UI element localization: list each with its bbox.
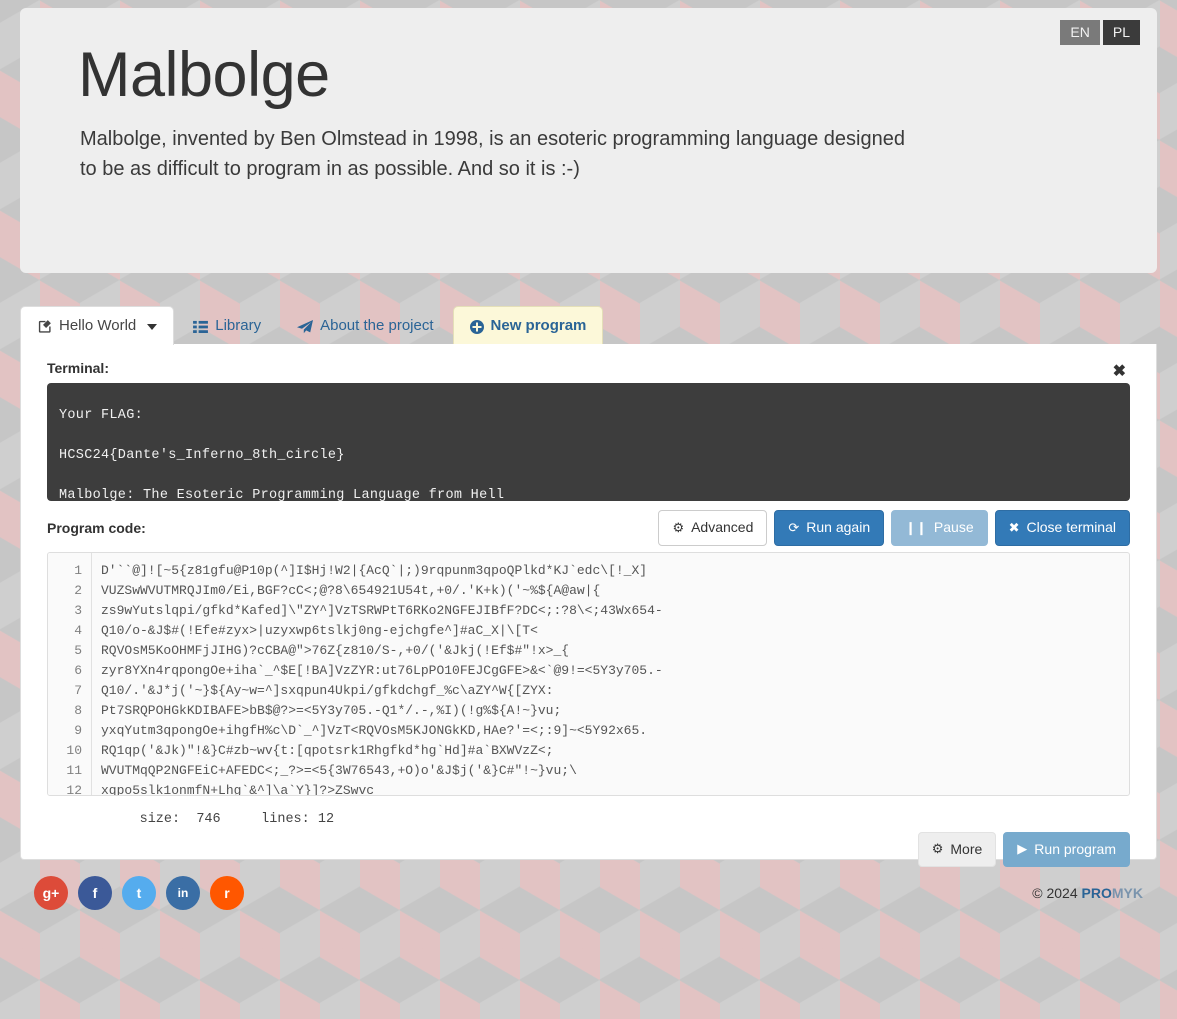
tab-label: New program bbox=[490, 317, 587, 335]
code-line: yxqYutm3qpongOe+ihgfH%c\D`_^]VzT<RQVOsM5… bbox=[101, 722, 648, 738]
code-line: Q10/.'&J*j('~}${Ay~w=^]sxqpun4Ukpi/gfkdc… bbox=[101, 682, 554, 698]
line-number: 3 bbox=[74, 602, 82, 618]
brand-light: MYK bbox=[1111, 885, 1143, 901]
pause-icon: ❙❙ bbox=[905, 519, 927, 535]
size-value: 746 bbox=[196, 811, 221, 827]
paper-plane-icon bbox=[297, 319, 314, 334]
close-icon[interactable]: ✖ bbox=[1109, 362, 1130, 382]
twitter-icon[interactable]: t bbox=[122, 876, 156, 910]
code-line: zyr8YXn4rqpongOe+iha`_^$E[!BA]VzZYR:ut76… bbox=[101, 662, 663, 678]
line-number: 7 bbox=[74, 682, 82, 698]
button-label: Pause bbox=[933, 519, 974, 535]
line-number: 1 bbox=[74, 562, 82, 578]
tab-new-program[interactable]: New program bbox=[452, 306, 604, 345]
more-button[interactable]: ⚙ More bbox=[917, 831, 997, 868]
button-label: Run again bbox=[806, 519, 871, 535]
terminal-line: Malbolge: The Esoteric Programming Langu… bbox=[59, 488, 505, 501]
code-text[interactable]: D'``@]![~5{z81gfu@P10p(^]I$Hj!W2|{AcQ`|;… bbox=[92, 553, 1129, 795]
line-number-gutter: 1 2 3 4 5 6 7 8 9 10 11 12 bbox=[48, 552, 92, 796]
code-line: RQ1qp('&Jk)"!&}C#zb~wv{t:[qpotsrk1Rhgfkd… bbox=[101, 742, 554, 758]
run-again-button[interactable]: ⟳ Run again bbox=[774, 510, 885, 546]
code-line: Pt7SRQPOHGkKDIBAFE>bB$@?>=<5Y3y705.-Q1*/… bbox=[101, 702, 562, 718]
button-label: Close terminal bbox=[1026, 519, 1116, 535]
code-line: D'``@]![~5{z81gfu@P10p(^]I$Hj!W2|{AcQ`|;… bbox=[101, 562, 648, 578]
list-icon bbox=[193, 320, 209, 334]
linkedin-icon[interactable]: in bbox=[166, 876, 200, 910]
page-root: EN PL Malbolge Malbolge, invented by Ben… bbox=[0, 0, 1177, 1019]
page-description: Malbolge, invented by Ben Olmstead in 19… bbox=[80, 128, 905, 180]
program-panel: Terminal: ✖ Your FLAG: HCSC24{Dante's_In… bbox=[20, 344, 1157, 868]
social-links: g+ f t in r bbox=[34, 876, 244, 910]
code-header: Program code: ⚙ Advanced ⟳ Run again ❙❙ … bbox=[47, 510, 1130, 546]
page-title: Malbolge bbox=[78, 40, 330, 110]
button-label: Advanced bbox=[691, 519, 754, 535]
line-number: 2 bbox=[74, 582, 82, 598]
tab-label: Hello World bbox=[59, 317, 137, 335]
button-label: More bbox=[950, 840, 983, 857]
code-line: Q10/o-&J$#(!Efe#zyx>|uzyxwp6tslkj0ng-ejc… bbox=[101, 622, 538, 638]
code-line: xqpo5slk1onmfN+Lhg`&^]\a`Y}]?>ZSwvc bbox=[101, 782, 375, 795]
button-label: Run program bbox=[1034, 840, 1116, 857]
line-number: 10 bbox=[66, 742, 82, 758]
line-number: 6 bbox=[74, 662, 82, 678]
line-number: 5 bbox=[74, 642, 82, 658]
close-terminal-button[interactable]: ✖ Close terminal bbox=[994, 510, 1130, 546]
copyright: © 2024 PROMYK bbox=[1032, 885, 1143, 901]
terminal-header: Terminal: ✖ bbox=[47, 360, 1130, 383]
line-number: 4 bbox=[74, 622, 82, 638]
terminal-actions: ⚙ Advanced ⟳ Run again ❙❙ Pause ✖ Close … bbox=[658, 510, 1130, 546]
tab-label: About the project bbox=[320, 317, 434, 335]
code-line: RQVOsM5KoOHMFjJIHG)?cCBA@">76Z{z810/S-,+… bbox=[101, 642, 570, 658]
lines-label: lines: bbox=[261, 811, 310, 827]
advanced-button[interactable]: ⚙ Advanced bbox=[658, 510, 768, 546]
site-footer: g+ f t in r © 2024 PROMYK bbox=[20, 864, 1157, 922]
line-number: 11 bbox=[66, 762, 82, 778]
rss-icon[interactable]: r bbox=[210, 876, 244, 910]
tab-label: Library bbox=[215, 317, 262, 335]
brand-bold: PRO bbox=[1081, 885, 1112, 901]
refresh-icon: ⟳ bbox=[788, 519, 800, 535]
terminal-output: Your FLAG: HCSC24{Dante's_Inferno_8th_ci… bbox=[47, 383, 1130, 501]
hero-panel: EN PL Malbolge Malbolge, invented by Ben… bbox=[20, 8, 1157, 273]
terminal-line: Your FLAG: bbox=[59, 408, 144, 423]
size-label: size: bbox=[139, 811, 181, 827]
program-code-label: Program code: bbox=[47, 519, 146, 536]
tab-hello-world[interactable]: Hello World bbox=[20, 306, 175, 345]
lang-button-en[interactable]: EN bbox=[1060, 20, 1100, 45]
plus-circle-icon bbox=[469, 319, 484, 334]
line-number: 12 bbox=[66, 782, 82, 796]
line-number: 9 bbox=[74, 722, 82, 738]
language-switcher: EN PL bbox=[1060, 20, 1140, 45]
copyright-text: © 2024 bbox=[1032, 885, 1082, 901]
run-program-button[interactable]: ▶ Run program bbox=[1003, 831, 1130, 868]
lines-value: 12 bbox=[317, 811, 335, 827]
gear-icon: ⚙ bbox=[931, 841, 944, 857]
code-line: VUZSwWVUTMRQJIm0/Ei,BGF?cC<;@?8\654921U5… bbox=[101, 582, 601, 598]
terminal-line: HCSC24{Dante's_Inferno_8th_circle} bbox=[59, 448, 345, 463]
terminal-label: Terminal: bbox=[47, 360, 109, 376]
play-icon: ▶ bbox=[1017, 841, 1028, 857]
line-number: 8 bbox=[74, 702, 82, 718]
code-actions: ⚙ More ▶ Run program bbox=[47, 831, 1130, 868]
tab-bar: Hello World Library About the project Ne… bbox=[20, 305, 1157, 345]
google-plus-icon[interactable]: g+ bbox=[34, 876, 68, 910]
edit-icon bbox=[37, 319, 52, 334]
close-icon: ✖ bbox=[1008, 519, 1020, 535]
facebook-icon[interactable]: f bbox=[78, 876, 112, 910]
tab-library[interactable]: Library bbox=[176, 306, 278, 345]
code-line: zs9wYutslqpi/gfkd*Kafed]\"ZY^]VzTSRWPtT6… bbox=[101, 602, 663, 618]
code-line: WVUTMqQP2NGFEiC+AFEDC<;_?>=<5{3W76543,+O… bbox=[101, 762, 577, 778]
pause-button[interactable]: ❙❙ Pause bbox=[891, 510, 988, 546]
lang-button-pl[interactable]: PL bbox=[1102, 20, 1140, 45]
gear-icon: ⚙ bbox=[672, 519, 685, 535]
chevron-down-icon bbox=[147, 323, 158, 330]
code-editor[interactable]: 1 2 3 4 5 6 7 8 9 10 11 12 D'``@]![~5{z8… bbox=[47, 551, 1130, 796]
tab-about-the-project[interactable]: About the project bbox=[280, 306, 450, 345]
